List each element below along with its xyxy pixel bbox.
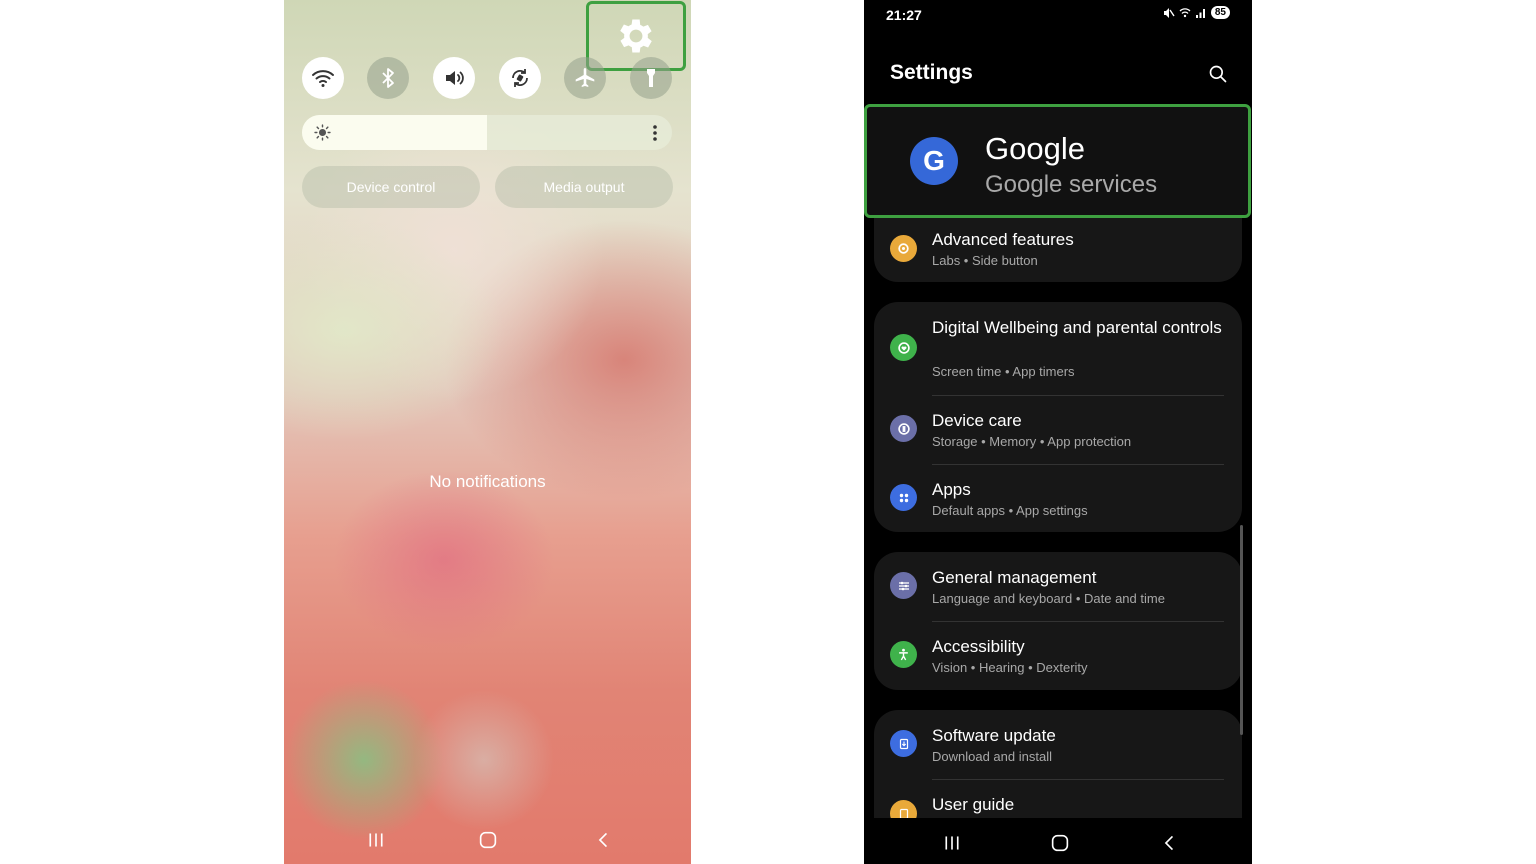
- item-subtitle: Screen time • App timers: [932, 364, 1075, 379]
- recent-apps-icon: [945, 836, 959, 850]
- recent-apps-button[interactable]: [364, 829, 388, 851]
- settings-card: Digital Wellbeing and parental controls …: [874, 302, 1242, 532]
- gear-icon: [620, 19, 652, 53]
- item-title: Accessibility: [932, 637, 1025, 656]
- google-icon: G: [910, 137, 958, 185]
- back-button[interactable]: [592, 829, 616, 851]
- quick-settings-row: [302, 57, 674, 99]
- sound-icon: [446, 71, 464, 85]
- device-control-button[interactable]: Device control: [302, 166, 480, 208]
- settings-item-general-management[interactable]: General management Language and keyboard…: [874, 552, 1242, 621]
- item-subtitle: Storage • Memory • App protection: [932, 434, 1132, 449]
- signal-icon: [1195, 8, 1205, 18]
- wifi-toggle[interactable]: [302, 57, 344, 99]
- no-notifications-text: No notifications: [429, 472, 546, 491]
- status-time: 21:27: [886, 7, 922, 23]
- status-icons: 85: [1163, 6, 1230, 19]
- sound-toggle[interactable]: [433, 57, 475, 99]
- software-update-icon: [890, 730, 917, 757]
- media-output-button[interactable]: Media output: [495, 166, 673, 208]
- airplane-mode-toggle[interactable]: [564, 57, 606, 99]
- bluetooth-toggle[interactable]: [367, 57, 409, 99]
- navigation-bar: [284, 814, 691, 864]
- navigation-bar: [864, 820, 1252, 864]
- settings-screen: 21:27 85 Settings G Google Google servic…: [864, 0, 1252, 864]
- settings-item-apps[interactable]: Apps Default apps • App settings: [874, 465, 1242, 532]
- bluetooth-icon: [382, 68, 394, 88]
- search-icon[interactable]: [1208, 64, 1228, 84]
- flashlight-icon: [647, 69, 655, 87]
- auto-rotate-toggle[interactable]: [499, 57, 541, 99]
- item-title: General management: [932, 568, 1097, 587]
- home-button[interactable]: [476, 829, 500, 851]
- advanced-features-icon: [890, 235, 917, 262]
- brightness-icon: [314, 124, 331, 141]
- flashlight-toggle[interactable]: [630, 57, 672, 99]
- back-button[interactable]: [1158, 832, 1182, 854]
- device-care-icon: [890, 415, 917, 442]
- item-title: Software update: [932, 726, 1056, 745]
- accessibility-icon: [890, 641, 917, 668]
- settings-item-accessibility[interactable]: Accessibility Vision • Hearing • Dexteri…: [874, 622, 1242, 690]
- settings-card: Software update Download and install Use…: [874, 710, 1242, 818]
- auto-rotate-icon: [512, 69, 528, 87]
- home-icon: [1051, 834, 1069, 852]
- item-title: Device care: [932, 411, 1022, 430]
- google-settings-item[interactable]: G Google Google services: [864, 104, 1251, 218]
- item-title: Apps: [932, 480, 971, 499]
- more-options-icon[interactable]: [652, 124, 658, 142]
- item-subtitle: Default apps • App settings: [932, 503, 1088, 518]
- item-title: Digital Wellbeing and parental controls: [932, 318, 1222, 337]
- settings-item-device-care[interactable]: Device care Storage • Memory • App prote…: [874, 396, 1242, 464]
- settings-card: General management Language and keyboard…: [874, 552, 1242, 690]
- settings-item-user-guide[interactable]: User guide: [874, 780, 1242, 818]
- wifi-status-icon: [1179, 7, 1191, 17]
- airplane-mode-icon: [575, 68, 595, 87]
- recent-apps-button[interactable]: [940, 832, 964, 854]
- recent-apps-icon: [369, 833, 383, 847]
- scrollbar[interactable]: [1240, 525, 1243, 735]
- google-title: Google: [985, 131, 1085, 166]
- general-management-icon: [890, 572, 917, 599]
- battery-indicator: 85: [1210, 6, 1230, 19]
- item-title: User guide: [932, 795, 1015, 814]
- home-button[interactable]: [1048, 832, 1072, 854]
- mute-icon: [1163, 7, 1175, 18]
- item-title: Advanced features: [932, 230, 1074, 249]
- item-subtitle: Vision • Hearing • Dexterity: [932, 660, 1088, 675]
- item-subtitle: Language and keyboard • Date and time: [932, 591, 1165, 606]
- home-icon: [479, 831, 497, 849]
- notification-shade: Device control Media output No notificat…: [284, 0, 691, 864]
- brightness-slider[interactable]: [302, 115, 672, 150]
- settings-card: Advanced features Labs • Side button: [874, 218, 1242, 282]
- back-icon: [598, 832, 608, 848]
- item-subtitle: Download and install: [932, 749, 1052, 764]
- user-guide-icon: [890, 800, 917, 818]
- wifi-icon: [312, 70, 334, 87]
- item-subtitle: Labs • Side button: [932, 253, 1038, 268]
- settings-item-advanced-features[interactable]: Advanced features Labs • Side button: [874, 218, 1242, 282]
- google-subtitle: Google services: [985, 171, 1158, 198]
- digital-wellbeing-icon: [890, 334, 917, 361]
- apps-icon: [890, 484, 917, 511]
- page-title: Settings: [890, 61, 973, 84]
- settings-item-software-update[interactable]: Software update Download and install: [874, 710, 1242, 779]
- settings-item-digital-wellbeing[interactable]: Digital Wellbeing and parental controls …: [874, 302, 1242, 394]
- back-icon: [1164, 835, 1174, 851]
